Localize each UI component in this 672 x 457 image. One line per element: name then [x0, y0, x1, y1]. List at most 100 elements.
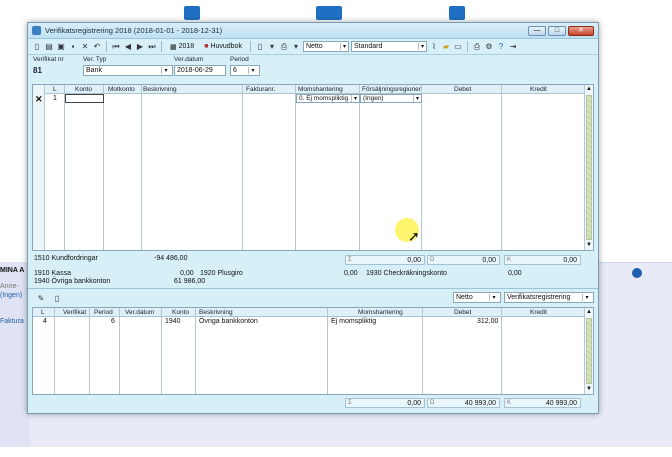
transactions-grid-scrollbar[interactable]: ▲ ▼	[584, 308, 593, 394]
huvudbok-button[interactable]: ■ Huvudbok	[200, 41, 246, 52]
dropdown-arrow-icon[interactable]: ▾	[291, 42, 301, 52]
year-button[interactable]: ▦ 2018	[166, 41, 198, 52]
col-header-konto[interactable]: Konto	[75, 86, 92, 93]
standard-select[interactable]: Standard ▾	[350, 41, 427, 52]
new-icon[interactable]: ▯	[32, 42, 42, 52]
lower-total-1: Σ 0,00	[345, 398, 425, 408]
verdatum-field[interactable]: 2018-06-29	[174, 65, 226, 76]
period-label: Period	[230, 56, 249, 63]
transactions-grid[interactable]: L Verifikat Period Ver.datum Konto Beskr…	[32, 307, 594, 395]
help-icon[interactable]: ?	[496, 42, 506, 52]
print-icon[interactable]: ⎙	[279, 42, 289, 52]
col-header-regioner[interactable]: Försäljningsregioner	[362, 86, 421, 93]
lower-col-beskrivning[interactable]: Beskrivning	[199, 309, 233, 316]
mouse-cursor-icon: ➚	[408, 228, 420, 244]
lower-col-konto[interactable]: Konto	[172, 309, 189, 316]
region-dropdown[interactable]: (Ingen) ▾	[360, 94, 422, 103]
col-header-debet[interactable]: Debet	[454, 86, 471, 93]
lower-col-verifikat[interactable]: Verifikat	[63, 309, 86, 316]
chevron-down-icon: ▾	[413, 95, 421, 102]
open-icon[interactable]: ▤	[44, 42, 54, 52]
close-button[interactable]: ✕	[568, 25, 594, 36]
save-all-icon[interactable]: ▪	[68, 42, 78, 52]
settings-icon[interactable]: ⚙	[484, 42, 494, 52]
edit-icon[interactable]: ✎	[36, 293, 46, 303]
title-bar[interactable]: Verifikatsregistrering 2018 (2018-01-01 …	[28, 23, 598, 39]
scroll-down-icon[interactable]: ▼	[585, 385, 593, 394]
scroll-thumb[interactable]	[586, 95, 592, 240]
toolbar-separator	[466, 41, 468, 52]
last-icon[interactable]: ⏭	[147, 42, 157, 52]
entry-grid[interactable]: L Konto Motkonto Beskrivning Fakturanr. …	[32, 84, 594, 251]
entry-total-2: D 0,00	[427, 255, 500, 265]
toolbar-separator	[161, 41, 162, 52]
scroll-thumb[interactable]	[586, 318, 592, 384]
chevron-down-icon: ▾	[248, 67, 257, 74]
vertyp-select[interactable]: Bank ▾	[83, 65, 173, 76]
period-select[interactable]: 6 ▾	[230, 65, 260, 76]
delete-row-icon[interactable]: ✕	[35, 94, 43, 105]
account-1930-value: 0,00	[508, 270, 522, 277]
dropdown-arrow-icon[interactable]: ▾	[267, 42, 277, 52]
page-icon[interactable]: ▯	[255, 42, 265, 52]
lower-col-debet[interactable]: Debet	[454, 309, 471, 316]
first-icon[interactable]: ⏮	[111, 42, 121, 52]
moms-dropdown[interactable]: 0. Ej momspliktig ▾	[296, 94, 360, 103]
book-icon: ■	[204, 43, 209, 50]
lower-col-kredit[interactable]: Kredit	[530, 309, 547, 316]
copy-icon[interactable]: ▯	[52, 293, 62, 303]
window-icon[interactable]: ▭	[453, 42, 463, 52]
scroll-up-icon[interactable]: ▲	[585, 308, 593, 317]
verdatum-label: Ver.datum	[174, 56, 204, 63]
row-period: 6	[111, 318, 115, 325]
document-icon[interactable]	[184, 6, 200, 20]
print-preview-icon[interactable]: ⎙	[472, 42, 482, 52]
debit-icon: D	[430, 400, 435, 406]
scroll-up-icon[interactable]: ▲	[585, 85, 593, 94]
konto-input[interactable]	[65, 94, 104, 103]
chevron-down-icon: ▾	[489, 294, 498, 301]
verifikat-value: 81	[33, 66, 42, 75]
maximize-button[interactable]: □	[548, 25, 566, 36]
lower-col-period[interactable]: Period	[94, 309, 113, 316]
entry-grid-scrollbar[interactable]: ▲ ▼	[584, 85, 593, 250]
save-icon[interactable]: ▣	[56, 42, 66, 52]
scroll-down-icon[interactable]: ▼	[585, 241, 593, 250]
folder-icon[interactable]: ▰	[441, 42, 451, 52]
account-1940-value: 61 986,00	[174, 278, 206, 285]
previous-icon[interactable]: ◀	[123, 42, 133, 52]
account-1510: 1510 Kundfordringar	[34, 255, 98, 262]
background-line-3[interactable]: Faktura	[0, 318, 24, 325]
netto-select[interactable]: Netto ▾	[302, 41, 349, 52]
mail-icon[interactable]	[316, 6, 342, 20]
col-header-l[interactable]: L	[53, 86, 57, 93]
exit-icon[interactable]: ⇥	[508, 42, 518, 52]
col-header-kredit[interactable]: Kredit	[530, 86, 547, 93]
minimize-button[interactable]: —	[528, 25, 546, 36]
lower-view-select[interactable]: Verifikatsregistrering ▾	[504, 292, 594, 303]
col-header-motkonto[interactable]: Motkonto	[108, 86, 135, 93]
col-header-moms[interactable]: Momshantering	[298, 86, 343, 93]
lower-total-2: D 40 993,00	[427, 398, 500, 408]
grid-column	[45, 85, 65, 250]
grid-column	[104, 85, 142, 250]
col-header-beskrivning[interactable]: Beskrivning	[143, 86, 177, 93]
entry-total-3-value: 0,00	[563, 256, 577, 264]
expand-circle-icon[interactable]	[632, 268, 642, 278]
next-icon[interactable]: ▶	[135, 42, 145, 52]
background-line-2[interactable]: (Ingen)	[0, 292, 22, 299]
delete-icon[interactable]: ✕	[80, 42, 90, 52]
lower-col-verdatum[interactable]: Ver.datum	[125, 309, 154, 316]
settings-icon[interactable]	[449, 6, 465, 20]
lower-col-moms[interactable]: Momshantering	[358, 309, 403, 316]
attach-icon[interactable]: ⌇	[429, 42, 439, 52]
account-1940: 1940 Övriga bankkonton	[34, 278, 111, 285]
col-header-fakturanr[interactable]: Fakturanr.	[246, 86, 275, 93]
undo-icon[interactable]: ↶	[92, 42, 102, 52]
lower-netto-select[interactable]: Netto ▾	[453, 292, 501, 303]
table-row[interactable]: 4 6 1940 Övriga bankkonton Ej momsplikti…	[33, 317, 584, 326]
lower-col-l[interactable]: L	[41, 309, 45, 316]
period-value: 6	[233, 67, 237, 74]
row-selector-column	[33, 85, 45, 250]
credit-icon: K	[507, 400, 512, 406]
